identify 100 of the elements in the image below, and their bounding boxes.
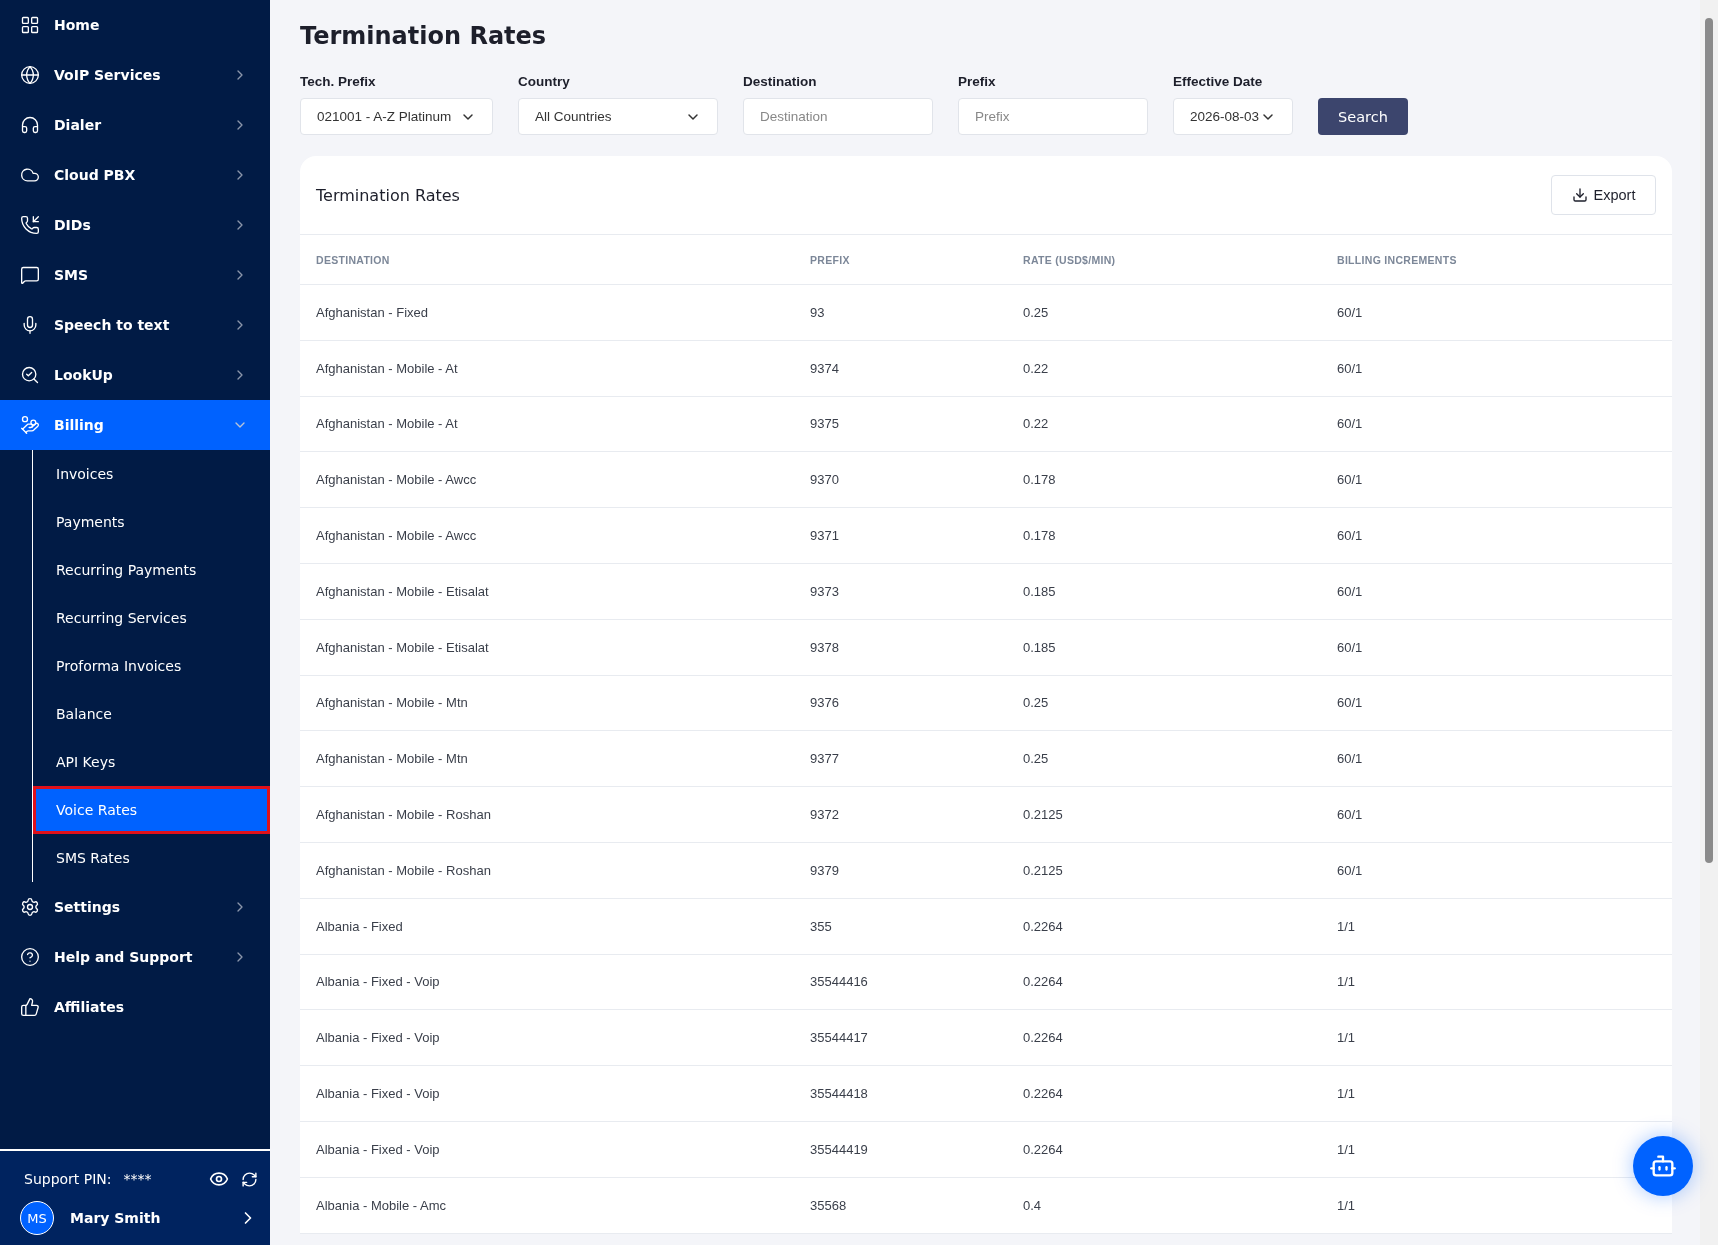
filter-label: Prefix bbox=[958, 74, 997, 89]
grid-icon bbox=[20, 15, 40, 35]
page-title: Termination Rates bbox=[300, 22, 548, 50]
table-cell-text: Afghanistan - Mobile - Roshan bbox=[316, 807, 492, 823]
settings-icon bbox=[20, 897, 40, 917]
submenu-item[interactable]: Proforma Invoices bbox=[33, 642, 270, 690]
user-avatar: MS bbox=[20, 1201, 54, 1235]
table-cell-text: 35544416 bbox=[810, 974, 869, 990]
table-cell-text: 1/1 bbox=[1337, 1141, 1357, 1157]
thumbs-up-icon bbox=[20, 997, 40, 1017]
table-cell-text: Afghanistan - Fixed bbox=[316, 304, 429, 320]
filter-label: Effective Date bbox=[1173, 74, 1264, 89]
table-cell-text: 0.178 bbox=[1023, 472, 1057, 488]
nav-item[interactable]: SMS bbox=[0, 250, 270, 300]
refresh-icon[interactable] bbox=[241, 1170, 258, 1188]
table-cell-text: 355 bbox=[810, 918, 833, 934]
filter-label: Destination bbox=[743, 74, 818, 89]
select-field[interactable]: All Countries bbox=[518, 98, 718, 135]
table-cell-text: Afghanistan - Mobile - Mtn bbox=[316, 695, 469, 711]
table-cell-text: 9377 bbox=[810, 751, 840, 767]
table-cell-text: 0.185 bbox=[1023, 639, 1057, 655]
table-cell-text: 60/1 bbox=[1337, 528, 1364, 544]
table-cell-text: 9374 bbox=[810, 360, 840, 376]
download-icon bbox=[1571, 187, 1588, 203]
submenu-item[interactable]: Payments bbox=[33, 498, 270, 546]
table-cell-text: 35568 bbox=[810, 1197, 848, 1213]
scrollbar-thumb[interactable] bbox=[1705, 18, 1713, 863]
nav-item[interactable]: Billing bbox=[0, 400, 270, 450]
table-cell-text: Afghanistan - Mobile - Awcc bbox=[316, 528, 478, 544]
submenu-item[interactable]: Recurring Services bbox=[33, 594, 270, 642]
eye-icon[interactable] bbox=[209, 1169, 229, 1189]
nav-item[interactable]: Affiliates bbox=[0, 982, 270, 1032]
table-cell-text: 35544417 bbox=[810, 1030, 869, 1046]
submenu-item[interactable]: Balance bbox=[33, 690, 270, 738]
table-cell-text: 1/1 bbox=[1337, 1197, 1357, 1213]
table-cell-text: 60/1 bbox=[1337, 583, 1364, 599]
submenu-item[interactable]: SMS Rates bbox=[33, 834, 270, 882]
table-cell-text: Albania - Mobile - Amc bbox=[316, 1197, 448, 1213]
table-cell-text: 0.2125 bbox=[1023, 807, 1064, 823]
headphones-icon bbox=[20, 115, 40, 135]
table-cell-text: 0.2125 bbox=[1023, 862, 1064, 878]
table-cell-text: 60/1 bbox=[1337, 472, 1364, 488]
scrollbar[interactable] bbox=[1700, 0, 1718, 1245]
table-cell-text: Afghanistan - Mobile - Etisalat bbox=[316, 639, 490, 655]
search-button[interactable]: Search bbox=[1318, 98, 1408, 135]
select-field[interactable]: 021001 - A-Z Platinum bbox=[300, 98, 493, 135]
nav-item[interactable]: Help and Support bbox=[0, 932, 270, 982]
filter-label: Country bbox=[518, 74, 571, 89]
nav-item[interactable]: Settings bbox=[0, 882, 270, 932]
column-header: PREFIX bbox=[810, 253, 851, 266]
table-cell-text: 0.25 bbox=[1023, 304, 1050, 320]
table-cell-text: 0.2264 bbox=[1023, 1141, 1064, 1157]
table-cell-text: 9370 bbox=[810, 472, 840, 488]
table-cell-text: 0.2264 bbox=[1023, 918, 1064, 934]
nav-item[interactable]: Dialer bbox=[0, 100, 270, 150]
table-cell-text: Albania - Fixed - Voip bbox=[316, 1030, 441, 1046]
table-cell-text: 1/1 bbox=[1337, 918, 1357, 934]
table-cell-text: 1/1 bbox=[1337, 974, 1357, 990]
table-cell-text: 60/1 bbox=[1337, 751, 1364, 767]
nav-item[interactable]: VoIP Services bbox=[0, 50, 270, 100]
table-cell-text: 0.185 bbox=[1023, 583, 1057, 599]
input-field[interactable]: Destination bbox=[743, 98, 933, 135]
table-cell-text: 0.25 bbox=[1023, 751, 1050, 767]
chat-icon bbox=[20, 265, 40, 285]
table-cell-text: 35544418 bbox=[810, 1086, 869, 1102]
table-cell-text: 0.25 bbox=[1023, 695, 1050, 711]
table-cell-text: 0.2264 bbox=[1023, 1030, 1064, 1046]
table-cell-text: 60/1 bbox=[1337, 862, 1364, 878]
input-field[interactable]: Prefix bbox=[958, 98, 1148, 135]
table-cell-text: Afghanistan - Mobile - Mtn bbox=[316, 751, 469, 767]
table-cell-text: Albania - Fixed - Voip bbox=[316, 974, 441, 990]
magnifier-icon bbox=[20, 365, 40, 385]
submenu-item[interactable]: API Keys bbox=[33, 738, 270, 786]
table-cell-text: 93 bbox=[810, 304, 826, 320]
table-cell-text: 0.2264 bbox=[1023, 1086, 1064, 1102]
select-field[interactable]: 2026-08-03 bbox=[1173, 98, 1293, 135]
table-cell-text: 9378 bbox=[810, 639, 840, 655]
table-cell-text: 60/1 bbox=[1337, 639, 1364, 655]
nav-item[interactable]: LookUp bbox=[0, 350, 270, 400]
table-cell-text: 9372 bbox=[810, 807, 840, 823]
table-cell-text: 0.4 bbox=[1023, 1197, 1043, 1213]
nav-item[interactable]: Cloud PBX bbox=[0, 150, 270, 200]
cloud-icon bbox=[20, 165, 40, 185]
table-cell-text: Albania - Fixed - Voip bbox=[316, 1141, 441, 1157]
submenu-item[interactable]: Voice Rates bbox=[33, 786, 270, 834]
export-button[interactable]: Export bbox=[1551, 175, 1656, 215]
submenu-item[interactable]: Recurring Payments bbox=[33, 546, 270, 594]
table-cell-text: 60/1 bbox=[1337, 807, 1364, 823]
table-cell-text: Afghanistan - Mobile - Awcc bbox=[316, 472, 478, 488]
submenu-item[interactable]: Invoices bbox=[33, 450, 270, 498]
nav-item[interactable]: DIDs bbox=[0, 200, 270, 250]
nav-item[interactable]: Speech to text bbox=[0, 300, 270, 350]
table-cell-text: Afghanistan - Mobile - At bbox=[316, 360, 459, 376]
filter-label: Tech. Prefix bbox=[300, 74, 377, 89]
support-pin-label: Support PIN: bbox=[24, 1171, 112, 1187]
table-cell-text: Afghanistan - Mobile - At bbox=[316, 416, 459, 432]
nav-item[interactable]: Home bbox=[0, 0, 270, 50]
user-name[interactable]: Mary Smith bbox=[70, 1210, 161, 1226]
column-header: RATE (USD$/MIN) bbox=[1023, 253, 1117, 266]
hand-coins-icon bbox=[20, 415, 40, 435]
